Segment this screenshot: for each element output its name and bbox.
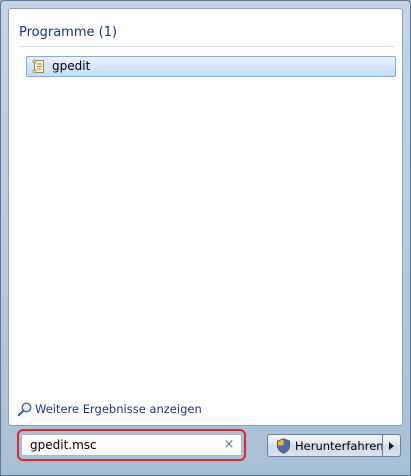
result-item-gpedit[interactable]: gpedit — [26, 56, 396, 77]
shutdown-options-button[interactable] — [382, 434, 401, 457]
search-input-value: gpedit.msc — [30, 438, 97, 452]
result-item-label: gpedit — [52, 59, 91, 73]
search-magnifier-icon — [17, 402, 32, 417]
shutdown-label: Herunterfahren — [295, 439, 384, 453]
arrow-right-icon — [389, 442, 394, 450]
search-input[interactable]: gpedit.msc × — [21, 434, 242, 456]
uac-shield-icon — [276, 438, 291, 454]
group-divider — [19, 46, 394, 47]
search-results-pane: Programme (1) gpedit Weitere Ergebnisse … — [8, 8, 403, 426]
policy-document-icon — [32, 59, 44, 74]
clear-search-icon[interactable]: × — [222, 437, 236, 453]
more-results-label: Weitere Ergebnisse anzeigen — [35, 402, 202, 416]
start-menu: Programme (1) gpedit Weitere Ergebnisse … — [0, 0, 411, 476]
programs-group-heading[interactable]: Programme (1) — [19, 25, 117, 40]
shutdown-button[interactable]: Herunterfahren — [267, 434, 384, 457]
